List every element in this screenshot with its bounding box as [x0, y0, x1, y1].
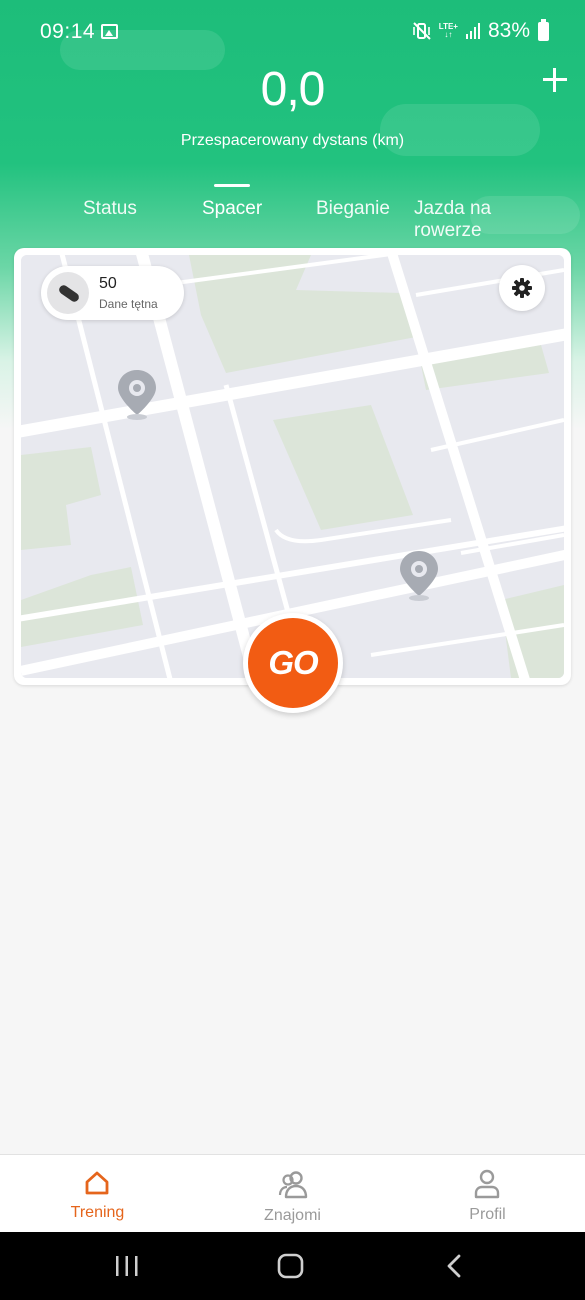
distance-label: Przespacerowany dystans (km) [180, 132, 405, 149]
back-chevron-icon [447, 1254, 461, 1278]
clock: 09:14 [40, 20, 96, 43]
data-arrows-icon: ↓↑ [444, 30, 453, 39]
home-icon [85, 1171, 109, 1195]
nav-label-trening: Trening [70, 1204, 125, 1221]
settings-button[interactable] [499, 265, 545, 311]
friends-icon [278, 1171, 308, 1199]
go-button[interactable]: GO [243, 613, 343, 713]
home-circle-icon [277, 1253, 304, 1279]
recent-apps-icon [116, 1256, 138, 1276]
distance-value: 0,0 [260, 63, 326, 116]
tab-spacer[interactable]: Spacer [202, 198, 262, 220]
network-type-icon: LTE+ ↓↑ [439, 23, 458, 39]
heart-rate-widget[interactable]: 50 Dane tętna [41, 266, 184, 320]
image-notification-icon [101, 24, 118, 39]
nav-label-znajomi: Znajomi [264, 1207, 321, 1224]
tab-status[interactable]: Status [83, 198, 137, 220]
recent-apps-button[interactable] [110, 1232, 144, 1300]
back-button[interactable] [440, 1232, 468, 1300]
tab-bieganie[interactable]: Bieganie [316, 198, 390, 220]
signal-icon [465, 23, 480, 39]
gear-icon [512, 278, 532, 298]
band-icon [47, 272, 89, 314]
nav-item-znajomi[interactable]: Znajomi [195, 1155, 390, 1233]
battery-icon [538, 18, 549, 41]
tab-jazda-na-rowerze[interactable]: Jazda na rowerze [414, 198, 524, 242]
home-button[interactable] [275, 1232, 307, 1300]
nav-item-profil[interactable]: Profil [390, 1155, 585, 1233]
nav-item-trening[interactable]: Trening [0, 1155, 195, 1233]
bottom-navigation: Trening Znajomi Profil [0, 1154, 585, 1232]
active-tab-indicator [214, 184, 250, 187]
go-label: GO [248, 618, 338, 708]
status-bar: 09:14 LTE+ ↓↑ 83% [0, 0, 585, 64]
profile-icon [474, 1169, 500, 1199]
vibrate-mute-icon [412, 22, 431, 40]
status-icons: LTE+ ↓↑ 83% [412, 18, 549, 43]
heart-rate-value: 50 [99, 275, 117, 292]
system-navigation-bar [0, 1232, 585, 1300]
heart-rate-label: Dane tętna [99, 297, 158, 311]
nav-label-profil: Profil [469, 1206, 506, 1223]
battery-percentage: 83% [487, 19, 530, 42]
